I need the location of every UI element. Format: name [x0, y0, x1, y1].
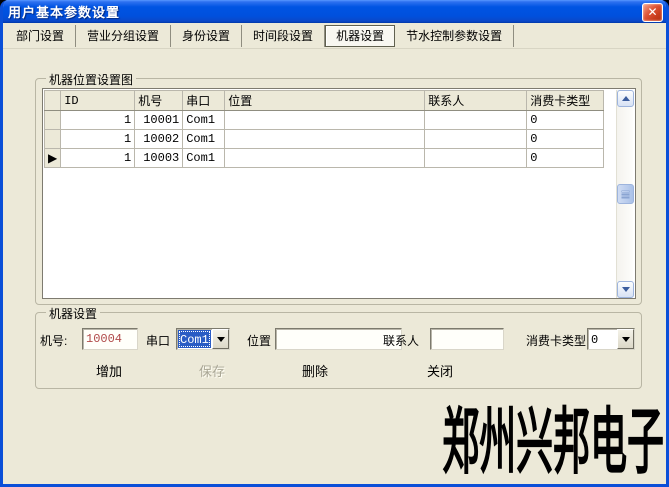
row-selector[interactable]: [45, 111, 61, 130]
table-row[interactable]: 1 10001 Com1 0: [45, 111, 604, 130]
serial-port-label: 串口: [146, 332, 170, 349]
machine-no-label: 机号:: [40, 332, 67, 349]
cell-serial-port[interactable]: Com1: [183, 111, 225, 130]
current-record-arrow-icon[interactable]: ▶: [45, 149, 61, 168]
cell-serial-port[interactable]: Com1: [183, 149, 225, 168]
tab-identity-settings[interactable]: 身份设置: [171, 25, 242, 47]
table-row[interactable]: 1 10002 Com1 0: [45, 130, 604, 149]
tab-time-period-settings[interactable]: 时间段设置: [242, 25, 325, 47]
row-selector[interactable]: [45, 130, 61, 149]
col-header-id[interactable]: ID: [61, 91, 135, 111]
contact-label: 联系人: [383, 332, 419, 349]
save-button[interactable]: 保存: [199, 361, 225, 380]
machine-settings-group-title: 机器设置: [46, 305, 100, 322]
col-header-card-type[interactable]: 消费卡类型: [527, 91, 604, 111]
cell-id[interactable]: 1: [61, 130, 135, 149]
add-button[interactable]: 增加: [96, 361, 122, 380]
cell-contact[interactable]: [425, 130, 527, 149]
scroll-down-icon[interactable]: [617, 281, 634, 298]
vendor-watermark: 郑州兴邦电子: [442, 405, 664, 478]
machine-grid-panel: ID 机号 串口 位置 联系人 消费卡类型 1 10001 Com1 0: [42, 88, 636, 299]
cell-contact[interactable]: [425, 111, 527, 130]
table-header-row: ID 机号 串口 位置 联系人 消费卡类型: [45, 91, 604, 111]
scrollbar-thumb[interactable]: [617, 184, 634, 204]
tab-bar: 部门设置 营业分组设置 身份设置 时间段设置 机器设置 节水控制参数设置: [3, 23, 666, 49]
cell-id[interactable]: 1: [61, 149, 135, 168]
card-type-label: 消费卡类型: [526, 332, 586, 349]
chevron-down-icon[interactable]: [617, 329, 634, 349]
delete-button[interactable]: 删除: [302, 361, 328, 380]
row-selector-header: [45, 91, 61, 111]
cell-card-type[interactable]: 0: [527, 111, 604, 130]
close-icon[interactable]: ✕: [642, 3, 663, 22]
machine-position-group-title: 机器位置设置图: [46, 71, 136, 88]
card-type-value: 0: [589, 330, 616, 348]
title-bar[interactable]: 用户基本参数设置 ✕: [0, 0, 669, 23]
location-label: 位置: [247, 332, 271, 349]
cell-machine-no[interactable]: 10002: [135, 130, 183, 149]
contact-input[interactable]: [430, 328, 504, 350]
tab-machine-settings[interactable]: 机器设置: [325, 25, 395, 47]
serial-port-value: Com1: [178, 330, 211, 348]
col-header-machine-no[interactable]: 机号: [135, 91, 183, 111]
window-title: 用户基本参数设置: [0, 2, 120, 21]
cell-machine-no[interactable]: 10003: [135, 149, 183, 168]
cell-card-type[interactable]: 0: [527, 149, 604, 168]
cell-id[interactable]: 1: [61, 111, 135, 130]
tab-business-group-settings[interactable]: 营业分组设置: [76, 25, 171, 47]
col-header-serial-port[interactable]: 串口: [183, 91, 225, 111]
cell-machine-no[interactable]: 10001: [135, 111, 183, 130]
machine-settings-groupbox: 机器设置 机号: 串口 Com1 位置 联系人 消费卡类型 0 增加 保存 删除…: [35, 312, 642, 389]
cell-card-type[interactable]: 0: [527, 130, 604, 149]
cell-location[interactable]: [225, 130, 425, 149]
dialog-window: 用户基本参数设置 ✕ 部门设置 营业分组设置 身份设置 时间段设置 机器设置 节…: [0, 0, 669, 487]
cell-location[interactable]: [225, 111, 425, 130]
machine-position-groupbox: 机器位置设置图 ID 机号 串口 位置 联系人 消费卡类型: [35, 78, 642, 305]
machine-table: ID 机号 串口 位置 联系人 消费卡类型 1 10001 Com1 0: [44, 90, 604, 168]
tab-water-saving-settings[interactable]: 节水控制参数设置: [395, 25, 514, 47]
cell-serial-port[interactable]: Com1: [183, 130, 225, 149]
scroll-up-icon[interactable]: [617, 90, 634, 107]
cell-contact[interactable]: [425, 149, 527, 168]
table-row[interactable]: ▶ 1 10003 Com1 0: [45, 149, 604, 168]
close-button[interactable]: 关闭: [427, 361, 453, 380]
cell-location[interactable]: [225, 149, 425, 168]
chevron-down-icon[interactable]: [212, 329, 229, 349]
tab-department-settings[interactable]: 部门设置: [5, 25, 76, 47]
serial-port-select[interactable]: Com1: [176, 328, 230, 350]
card-type-select[interactable]: 0: [587, 328, 635, 350]
vertical-scrollbar[interactable]: [616, 90, 633, 298]
col-header-contact[interactable]: 联系人: [425, 91, 527, 111]
col-header-location[interactable]: 位置: [225, 91, 425, 111]
machine-no-input[interactable]: [82, 328, 138, 350]
